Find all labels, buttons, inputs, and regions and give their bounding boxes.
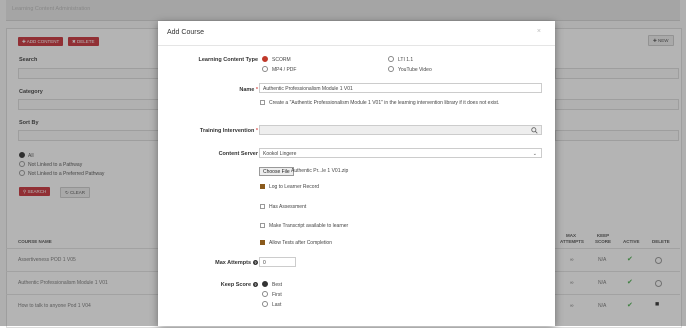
content-type-youtube-radio[interactable]: YouTube Video (388, 66, 432, 73)
radio-selected-icon (262, 281, 268, 287)
content-type-mp4-radio[interactable]: MP4 / PDF (262, 66, 296, 73)
content-type-label: Learning Content Type (198, 57, 258, 63)
radio-selected-icon (262, 56, 268, 62)
content-type-lti-radio[interactable]: LTI 1.1 (388, 56, 413, 63)
has-assessment-checkbox[interactable]: Has Assessment (260, 204, 306, 211)
modal-title: Add Course (167, 29, 204, 36)
help-icon[interactable]: ? (253, 282, 258, 287)
content-type-scorm-radio[interactable]: SCORM (262, 56, 291, 63)
content-server-select[interactable]: Kookol Lingere ⌄ (259, 148, 542, 158)
checkbox-icon (260, 223, 265, 228)
close-icon[interactable]: × (537, 28, 541, 35)
make-transcript-checkbox[interactable]: Make Transcript available to learner (260, 223, 348, 230)
max-attempts-input[interactable]: 0 (259, 257, 296, 267)
modal-header: Add Course × (158, 21, 555, 46)
radio-icon (388, 66, 394, 72)
keep-score-last-radio[interactable]: Last (262, 301, 281, 308)
radio-icon (388, 56, 394, 62)
checkbox-icon (260, 100, 265, 105)
content-server-label: Content Server (218, 151, 258, 157)
choose-file-button[interactable]: Choose File (259, 167, 294, 176)
log-to-learner-checkbox[interactable]: Log to Learner Record (260, 184, 319, 191)
required-marker: * (255, 128, 258, 134)
name-label: Name * (239, 87, 258, 93)
chevron-down-icon: ⌄ (532, 151, 537, 157)
add-course-modal: Add Course × Learning Content Type SCORM… (158, 21, 555, 326)
checkbox-checked-icon (260, 184, 265, 189)
search-icon[interactable] (531, 127, 538, 134)
radio-icon (262, 291, 268, 297)
required-marker: * (255, 87, 258, 93)
checkbox-icon (260, 204, 265, 209)
max-attempts-label: Max Attempts? (215, 260, 258, 266)
create-intervention-checkbox[interactable]: Create a "Authentic Professionalism Modu… (260, 100, 540, 107)
help-icon[interactable]: ? (253, 260, 258, 265)
keep-score-first-radio[interactable]: First (262, 291, 282, 298)
keep-score-label: Keep Score? (220, 282, 258, 288)
training-intervention-input[interactable] (259, 125, 542, 135)
keep-score-best-radio[interactable]: Best (262, 281, 282, 288)
radio-icon (262, 301, 268, 307)
radio-icon (262, 66, 268, 72)
checkbox-checked-icon (260, 240, 265, 245)
training-intervention-label: Training Intervention * (199, 128, 258, 134)
file-name: Authentic Pr...le 1 V01.zip (291, 168, 349, 174)
name-input[interactable]: Authentic Professionalism Module 1 V01 (259, 83, 542, 93)
allow-tests-checkbox[interactable]: Allow Tests after Completion (260, 240, 332, 247)
